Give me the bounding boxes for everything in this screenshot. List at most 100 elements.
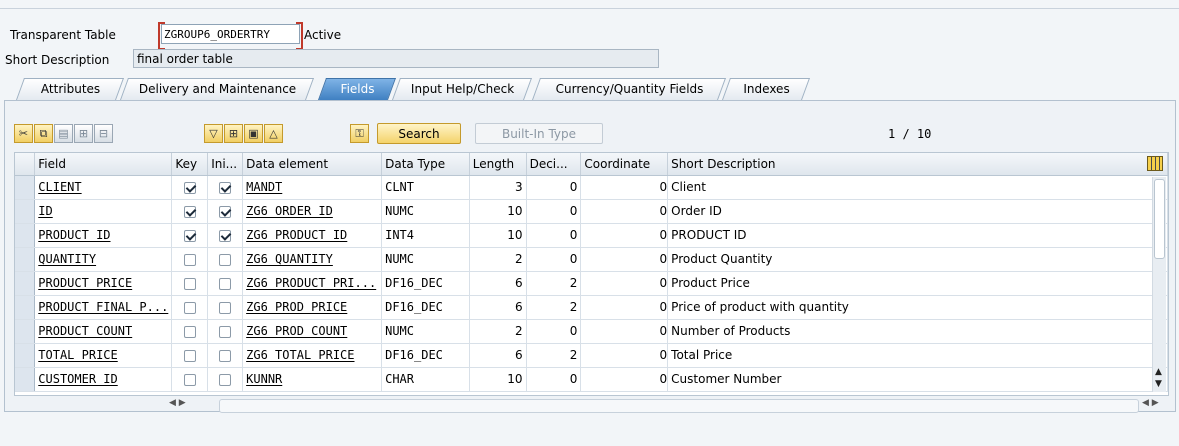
row-selector[interactable] <box>15 223 36 248</box>
initial-checkbox[interactable] <box>207 343 244 368</box>
row-selector[interactable] <box>15 295 36 320</box>
append-field-icon[interactable]: ▣ <box>244 124 263 143</box>
row-selector[interactable] <box>15 175 36 200</box>
unchecked-checkbox[interactable] <box>219 349 232 362</box>
table-row[interactable]: QUANTITY ZG6_QUANTITY NUMC 2 0 0 Product Quant… <box>15 247 1168 272</box>
data-element-cell[interactable]: ZG6_PRODUCT_PRI... <box>242 271 383 296</box>
unchecked-checkbox[interactable] <box>219 301 232 314</box>
cut-icon[interactable]: ✂ <box>14 124 33 143</box>
field-name-cell[interactable]: PRODUCT_COUNT <box>34 319 173 344</box>
key-checkbox[interactable] <box>171 343 209 368</box>
checked-checkbox[interactable] <box>219 205 232 218</box>
key-search-icon[interactable]: ⚿ <box>350 124 369 143</box>
unchecked-checkbox[interactable] <box>219 277 232 290</box>
row-selector-header[interactable] <box>15 153 36 176</box>
row-selector[interactable] <box>15 367 36 392</box>
unchecked-checkbox[interactable] <box>183 277 196 290</box>
initial-checkbox[interactable] <box>207 271 244 296</box>
col-length[interactable]: Length <box>469 153 527 176</box>
initial-checkbox[interactable] <box>207 223 244 248</box>
data-element-cell[interactable]: KUNNR <box>242 367 383 392</box>
tab-indexes[interactable]: Indexes <box>721 78 811 100</box>
tab-attributes[interactable]: Attributes <box>15 78 125 100</box>
tab-delivery-maintenance[interactable]: Delivery and Maintenance <box>119 78 315 100</box>
key-checkbox[interactable] <box>171 247 209 272</box>
copy-icon[interactable]: ⧉ <box>34 124 53 143</box>
key-checkbox[interactable] <box>171 367 209 392</box>
checked-checkbox[interactable] <box>183 229 196 242</box>
field-name-cell[interactable]: QUANTITY <box>34 247 173 272</box>
paste-icon[interactable]: ▤ <box>54 124 73 143</box>
built-in-type-button[interactable]: Built-In Type <box>475 123 603 144</box>
search-button[interactable]: Search <box>377 123 461 144</box>
col-key[interactable]: Key <box>171 153 209 176</box>
tab-fields[interactable]: Fields <box>317 78 397 100</box>
insert-field-icon[interactable]: ⊞ <box>224 124 243 143</box>
checked-checkbox[interactable] <box>183 181 196 194</box>
row-selector[interactable] <box>15 319 36 344</box>
unchecked-checkbox[interactable] <box>183 301 196 314</box>
field-name-cell[interactable]: CUSTOMER_ID <box>34 367 173 392</box>
col-field[interactable]: Field <box>34 153 173 176</box>
move-up-icon[interactable]: △ <box>264 124 283 143</box>
initial-checkbox[interactable] <box>207 199 244 224</box>
field-name-cell[interactable]: PRODUCT_PRICE <box>34 271 173 296</box>
initial-checkbox[interactable] <box>207 175 244 200</box>
scroll-left-right-icon[interactable]: ◀ ▶ <box>169 398 209 412</box>
key-checkbox[interactable] <box>171 223 209 248</box>
checked-checkbox[interactable] <box>183 205 196 218</box>
unchecked-checkbox[interactable] <box>183 325 196 338</box>
col-short-description[interactable]: Short Description <box>667 153 1168 176</box>
row-selector[interactable] <box>15 247 36 272</box>
key-checkbox[interactable] <box>171 199 209 224</box>
initial-checkbox[interactable] <box>207 295 244 320</box>
table-row[interactable]: PRODUCT_PRICE ZG6_PRODUCT_PRI... DF16_DEC 6… <box>15 271 1168 296</box>
scroll-left-right-icon[interactable]: ◀ ▶ <box>1142 398 1159 408</box>
horizontal-scrollbar[interactable] <box>219 399 1139 413</box>
table-row[interactable]: CUSTOMER_ID KUNNR CHAR 10 0 0 Customer Number <box>15 367 1168 392</box>
data-element-cell[interactable]: ZG6_ORDER_ID <box>242 199 383 224</box>
data-element-cell[interactable]: MANDT <box>242 175 383 200</box>
key-checkbox[interactable] <box>171 319 209 344</box>
key-checkbox[interactable] <box>171 295 209 320</box>
table-row[interactable]: PRODUCT_FINAL_P... ZG6_PROD_PRICE DF16_DEC… <box>15 295 1168 320</box>
table-row[interactable]: TOTAL_PRICE ZG6_TOTAL_PRICE DF16_DEC 6 2 0 Tot… <box>15 343 1168 368</box>
insert-row-icon[interactable]: ⊞ <box>74 124 93 143</box>
table-row[interactable]: PRODUCT_ID ZG6_PRODUCT_ID INT4 10 0 0 PRODUCT … <box>15 223 1168 248</box>
scroll-down-arrow-icon[interactable]: ▼ <box>1155 379 1162 389</box>
key-checkbox[interactable] <box>171 271 209 296</box>
tab-currency-quantity-fields[interactable]: Currency/Quantity Fields <box>531 78 727 100</box>
checked-checkbox[interactable] <box>219 181 232 194</box>
col-coordinate[interactable]: Coordinate <box>580 153 669 176</box>
unchecked-checkbox[interactable] <box>183 253 196 266</box>
table-row[interactable]: ID ZG6_ORDER_ID NUMC 10 0 0 Order ID <box>15 199 1168 224</box>
col-initial[interactable]: Ini... <box>207 153 244 176</box>
tab-input-help-check[interactable]: Input Help/Check <box>391 78 533 100</box>
table-name-field[interactable]: ZGROUP6_ORDERTRY <box>158 22 303 50</box>
data-element-cell[interactable]: ZG6_PRODUCT_ID <box>242 223 383 248</box>
row-selector[interactable] <box>15 343 36 368</box>
field-name-cell[interactable]: PRODUCT_FINAL_P... <box>34 295 173 320</box>
key-checkbox[interactable] <box>171 175 209 200</box>
data-element-cell[interactable]: ZG6_PROD_COUNT <box>242 319 383 344</box>
vertical-scrollbar[interactable]: ▲ ▼ <box>1152 177 1166 392</box>
unchecked-checkbox[interactable] <box>219 373 232 386</box>
short-description-field[interactable]: final order table <box>133 49 659 68</box>
column-config-icon[interactable] <box>1147 156 1163 171</box>
row-selector[interactable] <box>15 271 36 296</box>
col-decimals[interactable]: Deci... <box>526 153 582 176</box>
unchecked-checkbox[interactable] <box>183 373 196 386</box>
filter-icon[interactable]: ▽ <box>204 124 223 143</box>
field-name-cell[interactable]: ID <box>34 199 173 224</box>
row-selector[interactable] <box>15 199 36 224</box>
field-name-cell[interactable]: PRODUCT_ID <box>34 223 173 248</box>
data-element-cell[interactable]: ZG6_TOTAL_PRICE <box>242 343 383 368</box>
initial-checkbox[interactable] <box>207 247 244 272</box>
scroll-up-arrow-icon[interactable]: ▲ <box>1155 367 1162 377</box>
table-row[interactable]: PRODUCT_COUNT ZG6_PROD_COUNT NUMC 2 0 0 Number… <box>15 319 1168 344</box>
vertical-scroll-thumb[interactable] <box>1154 179 1165 259</box>
unchecked-checkbox[interactable] <box>219 325 232 338</box>
col-data-type[interactable]: Data Type <box>381 153 470 176</box>
data-element-cell[interactable]: ZG6_QUANTITY <box>242 247 383 272</box>
checked-checkbox[interactable] <box>219 229 232 242</box>
